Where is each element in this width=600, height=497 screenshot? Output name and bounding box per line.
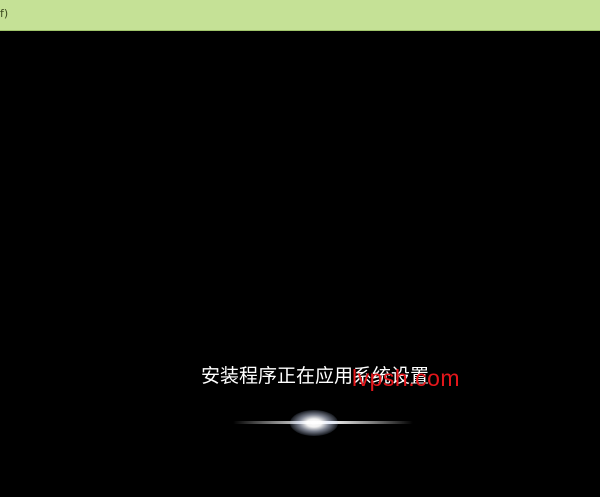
loading-glow-orb bbox=[290, 410, 338, 436]
top-bar-text: f) bbox=[0, 7, 9, 20]
watermark-text: lvpsh.com bbox=[352, 365, 461, 391]
setup-screen: f) 安装程序正在应用系统设置 lvpsh.com bbox=[0, 0, 600, 497]
top-bar: f) bbox=[0, 0, 600, 31]
